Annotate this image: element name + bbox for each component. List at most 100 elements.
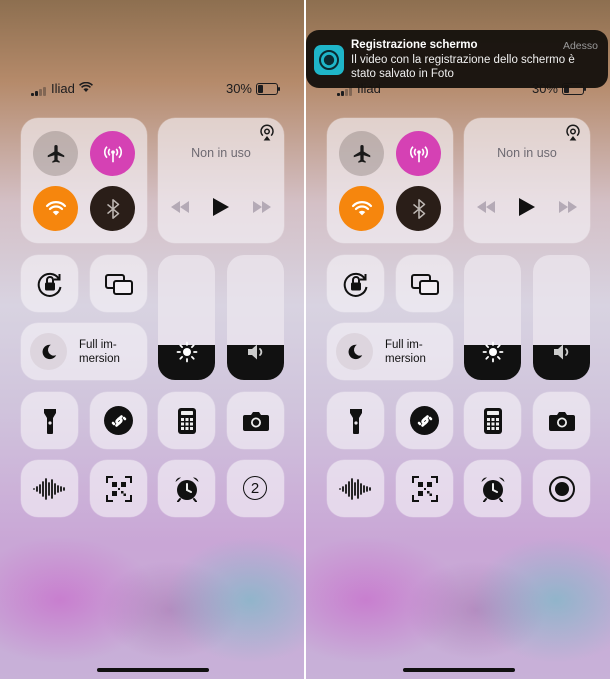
focus-mode-button[interactable]: Full im- mersion: [327, 323, 453, 380]
screen-recording-app-icon: [314, 45, 344, 75]
sun-icon: [464, 341, 521, 363]
sound-recognition-button[interactable]: [327, 460, 384, 517]
play-icon[interactable]: [518, 198, 535, 216]
alarm-button[interactable]: [158, 460, 215, 517]
alarm-clock-icon: [158, 460, 215, 517]
notification-title: Registrazione schermo: [351, 39, 478, 51]
flashlight-icon: [21, 392, 78, 449]
bluetooth-icon: [106, 198, 119, 219]
camera-icon: [227, 392, 284, 449]
battery-status: 30%: [225, 81, 280, 96]
now-playing-module[interactable]: Non in uso: [464, 118, 590, 243]
airplane-icon: [353, 144, 370, 163]
bluetooth-icon: [412, 198, 425, 219]
calculator-icon: [464, 392, 521, 449]
screen-mirroring-icon: [90, 255, 147, 312]
shazam-button[interactable]: [396, 392, 453, 449]
brightness-slider[interactable]: [464, 255, 521, 380]
calculator-icon: [158, 392, 215, 449]
speaker-icon: [533, 341, 590, 363]
code-scanner-button[interactable]: [396, 460, 453, 517]
airplane-icon: [47, 144, 64, 163]
orientation-lock-button[interactable]: [327, 255, 384, 312]
bluetooth-toggle[interactable]: [396, 186, 441, 231]
timer-button[interactable]: 2: [227, 460, 284, 517]
battery-percent: 30%: [225, 81, 252, 96]
media-title: Non in uso: [497, 146, 557, 160]
previous-track-icon[interactable]: [477, 201, 495, 213]
screen-mirroring-icon: [396, 255, 453, 312]
carrier-name: Iliad: [51, 81, 75, 96]
sound-recognition-button[interactable]: [21, 460, 78, 517]
code-scanner-button[interactable]: [90, 460, 147, 517]
waveform-icon: [21, 460, 78, 517]
notification-time: Adesso: [562, 40, 598, 52]
focus-mode-button[interactable]: Full im- mersion: [21, 323, 147, 380]
alarm-clock-icon: [464, 460, 521, 517]
now-playing-module[interactable]: Non in uso: [158, 118, 284, 243]
notification-body: Il video con la registrazione dello sche…: [351, 54, 575, 80]
qr-scanner-icon: [396, 460, 453, 517]
airplane-mode-toggle[interactable]: [339, 131, 384, 176]
cellular-data-toggle[interactable]: [90, 131, 135, 176]
cellular-data-toggle[interactable]: [396, 131, 441, 176]
control-center-grid: Non in uso Full im- mersion: [327, 118, 590, 518]
calculator-button[interactable]: [158, 392, 215, 449]
flashlight-icon: [327, 392, 384, 449]
timer-count-badge: 2: [243, 476, 267, 500]
home-indicator[interactable]: [403, 668, 515, 672]
screen-recording-notification[interactable]: Registrazione schermo Adesso Il video co…: [306, 30, 608, 88]
control-center-after: Iliad 30% Non in uso Full im- mersion: [306, 0, 610, 679]
screen-mirroring-button[interactable]: [90, 255, 147, 312]
sun-icon: [158, 341, 215, 363]
shazam-button[interactable]: [90, 392, 147, 449]
airplane-mode-toggle[interactable]: [33, 131, 78, 176]
previous-track-icon[interactable]: [171, 201, 189, 213]
control-center-before: Iliad 30% Non in uso Full im- mersion 2: [0, 0, 304, 679]
wifi-toggle[interactable]: [33, 186, 78, 231]
airplay-icon[interactable]: [258, 124, 276, 142]
shazam-icon: [104, 406, 133, 435]
moon-icon: [30, 333, 67, 370]
volume-slider[interactable]: [533, 255, 590, 380]
orientation-lock-button[interactable]: [21, 255, 78, 312]
battery-fill: [258, 84, 263, 93]
media-title: Non in uso: [191, 146, 251, 160]
carrier-info: Iliad: [31, 81, 93, 96]
status-bar: Iliad 30%: [0, 80, 304, 96]
qr-scanner-icon: [90, 460, 147, 517]
wifi-icon: [45, 200, 66, 215]
cellular-antenna-icon: [103, 145, 122, 162]
shazam-icon: [410, 406, 439, 435]
wifi-toggle[interactable]: [339, 186, 384, 231]
screen-record-button[interactable]: [533, 460, 590, 517]
brightness-slider[interactable]: [158, 255, 215, 380]
next-track-icon[interactable]: [559, 201, 577, 213]
focus-label: Full im- mersion: [385, 339, 426, 365]
flashlight-button[interactable]: [21, 392, 78, 449]
camera-icon: [533, 392, 590, 449]
play-icon[interactable]: [212, 198, 229, 216]
signal-icon: [337, 87, 352, 96]
moon-icon: [336, 333, 373, 370]
speaker-icon: [227, 341, 284, 363]
camera-button[interactable]: [533, 392, 590, 449]
bluetooth-toggle[interactable]: [90, 186, 135, 231]
connectivity-module: [327, 118, 453, 243]
calculator-button[interactable]: [464, 392, 521, 449]
connectivity-module: [21, 118, 147, 243]
flashlight-button[interactable]: [327, 392, 384, 449]
home-indicator[interactable]: [97, 668, 209, 672]
alarm-button[interactable]: [464, 460, 521, 517]
screen-mirroring-button[interactable]: [396, 255, 453, 312]
orientation-lock-icon: [327, 255, 384, 312]
wifi-status-icon: [78, 81, 93, 96]
volume-slider[interactable]: [227, 255, 284, 380]
airplay-icon[interactable]: [564, 124, 582, 142]
next-track-icon[interactable]: [253, 201, 271, 213]
orientation-lock-icon: [21, 255, 78, 312]
signal-icon: [31, 87, 46, 96]
record-icon: [533, 460, 590, 517]
waveform-icon: [327, 460, 384, 517]
camera-button[interactable]: [227, 392, 284, 449]
